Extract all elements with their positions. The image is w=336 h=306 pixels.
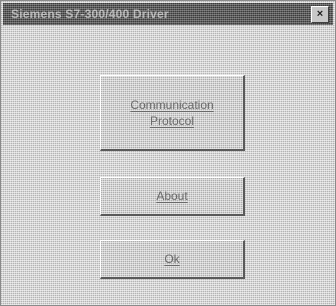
about-label: About [156,189,188,203]
close-button[interactable]: × [311,6,329,23]
dialog-window: Siemens S7-300/400 Driver × Communicatio… [0,0,336,306]
about-button[interactable]: About [100,177,245,216]
window-title: Siemens S7-300/400 Driver [11,7,169,21]
ok-button[interactable]: Ok [100,240,245,279]
communication-protocol-label: Communication Protocol [130,97,214,128]
communication-protocol-button[interactable]: Communication Protocol [100,75,245,151]
close-icon: × [316,8,324,20]
title-bar[interactable]: Siemens S7-300/400 Driver × [3,3,333,25]
ok-label: Ok [164,252,180,266]
